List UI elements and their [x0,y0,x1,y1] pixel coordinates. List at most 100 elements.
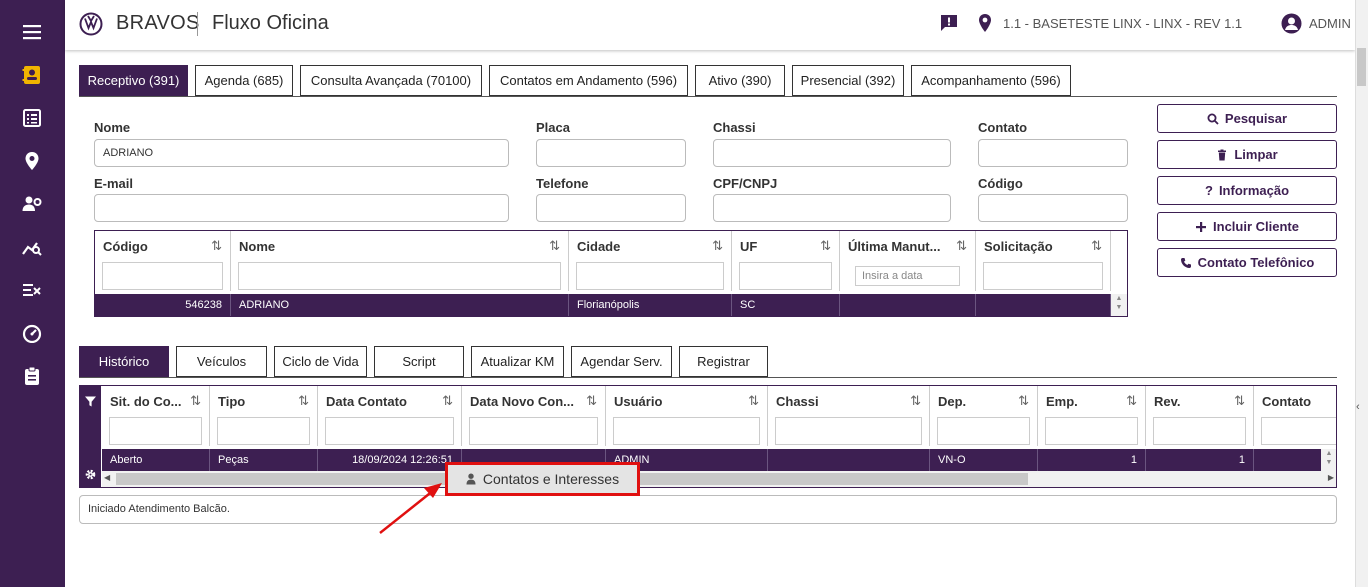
notes-textarea[interactable]: Iniciado Atendimento Balcão. [79,495,1337,524]
filter-novo-input[interactable] [469,417,598,445]
col-chassi[interactable]: Chassi ⇅ [768,386,930,416]
history-vertical-scrollbar[interactable]: ▲ ▼ [1321,449,1336,471]
contatos-interesses-tooltip[interactable]: Contatos e Interesses [445,462,640,496]
sort-icon[interactable]: ⇅ [298,393,309,409]
page-scrollbar-thumb[interactable] [1357,48,1366,86]
tab-atualizar-km[interactable]: Atualizar KM [471,346,564,377]
col-ultima-manutencao[interactable]: Última Manut... ⇅ [840,231,976,261]
col-usuario[interactable]: Usuário ⇅ [606,386,768,416]
location-text[interactable]: 1.1 - BASETESTE LINX - LINX - REV 1.1 [1003,16,1242,31]
sort-icon[interactable]: ⇅ [1126,393,1137,409]
sort-icon[interactable]: ⇅ [910,393,921,409]
col-data-contato[interactable]: Data Contato ⇅ [318,386,462,416]
codigo-input[interactable] [978,194,1128,222]
page-scrollbar[interactable] [1355,0,1368,587]
tab-agenda[interactable]: Agenda (685) [195,65,293,96]
col-solicitacao[interactable]: Solicitação ⇅ [976,231,1111,261]
filter-solicitacao-input[interactable] [983,262,1103,290]
filter-nome-input[interactable] [238,262,561,290]
tab-acompanhamento[interactable]: Acompanhamento (596) [911,65,1071,96]
tab-script[interactable]: Script [374,346,464,377]
nome-input[interactable]: ADRIANO [94,139,509,167]
location-pin-icon[interactable] [20,149,44,173]
tab-ativo[interactable]: Ativo (390) [695,65,785,96]
filter-emp-input[interactable] [1045,417,1138,445]
contato-telefonico-button[interactable]: Contato Telefônico [1157,248,1337,277]
filter-cidade-input[interactable] [576,262,724,290]
pesquisar-button[interactable]: Pesquisar [1157,104,1337,133]
tab-registrar[interactable]: Registrar [679,346,768,377]
tab-presencial[interactable]: Presencial (392) [792,65,904,96]
chat-alert-icon[interactable] [939,13,959,33]
incluir-cliente-button[interactable]: Incluir Cliente [1157,212,1337,241]
tab-consulta-avancada[interactable]: Consulta Avançada (70100) [300,65,482,96]
filter-uf-input[interactable] [739,262,832,290]
history-horizontal-scrollbar[interactable]: ◀ ▶ [102,471,1336,487]
tab-contatos-andamento[interactable]: Contatos em Andamento (596) [489,65,688,96]
col-nome[interactable]: Nome ⇅ [231,231,569,261]
placa-input[interactable] [536,139,686,167]
col-emp-label: Emp. [1046,393,1078,409]
sort-icon[interactable]: ⇅ [1018,393,1029,409]
checklist-icon[interactable] [20,278,44,302]
chassi-input[interactable] [713,139,951,167]
filter-contato-input[interactable] [1261,417,1336,445]
sort-icon[interactable]: ⇅ [956,238,967,254]
gear-icon[interactable] [84,468,97,481]
filter-codigo-input[interactable] [102,262,223,290]
sort-icon[interactable]: ⇅ [748,393,759,409]
sort-icon[interactable]: ⇅ [211,238,222,254]
sort-icon[interactable]: ⇅ [190,393,201,409]
speedometer-icon[interactable] [20,321,44,345]
col-tipo[interactable]: Tipo ⇅ [210,386,318,416]
cpf-cnpj-input[interactable] [713,194,951,222]
sort-icon[interactable]: ⇅ [586,393,597,409]
tab-ciclo-de-vida[interactable]: Ciclo de Vida [274,346,367,377]
sort-icon[interactable]: ⇅ [1091,238,1102,254]
sort-icon[interactable]: ⇅ [712,238,723,254]
col-emp[interactable]: Emp. ⇅ [1038,386,1146,416]
filter-chassi-input[interactable] [775,417,922,445]
user-avatar-icon[interactable] [1281,13,1302,34]
tab-receptivo[interactable]: Receptivo (391) [79,65,188,96]
sort-icon[interactable]: ⇅ [1234,393,1245,409]
sort-icon[interactable]: ⇅ [442,393,453,409]
limpar-button[interactable]: Limpar [1157,140,1337,169]
collapse-panel-arrow-icon[interactable]: ‹ [1356,401,1360,413]
col-cidade[interactable]: Cidade ⇅ [569,231,732,261]
list-icon[interactable] [20,106,44,130]
filter-sit-input[interactable] [109,417,202,445]
filter-rev-input[interactable] [1153,417,1246,445]
analytics-icon[interactable] [20,235,44,259]
grid-vertical-scrollbar[interactable]: ▲ ▼ [1111,294,1127,316]
user-gear-icon[interactable] [20,192,44,216]
tab-veiculos[interactable]: Veículos [176,346,267,377]
contact-card-icon[interactable] [20,63,44,87]
clipboard-icon[interactable] [20,364,44,388]
contato-input[interactable] [978,139,1128,167]
col-rev[interactable]: Rev. ⇅ [1146,386,1254,416]
sort-icon[interactable]: ⇅ [549,238,560,254]
filter-icon[interactable] [84,395,97,408]
filter-dep-input[interactable] [937,417,1030,445]
filter-tipo-input[interactable] [217,417,310,445]
telefone-input[interactable] [536,194,686,222]
col-dep[interactable]: Dep. ⇅ [930,386,1038,416]
col-uf[interactable]: UF ⇅ [732,231,840,261]
col-sit-contato[interactable]: Sit. do Co... ⇅ [102,386,210,416]
email-input[interactable] [94,194,509,222]
filter-usuario-input[interactable] [613,417,760,445]
informacao-button[interactable]: ? Informação [1157,176,1337,205]
tab-agendar-serv[interactable]: Agendar Serv. [571,346,672,377]
table-row[interactable]: 546238 ADRIANO Florianópolis SC [95,294,1111,316]
tab-historico[interactable]: Histórico [79,346,169,377]
table-row[interactable]: Aberto Peças 18/09/2024 12:26:51 ADMIN V… [102,449,1321,471]
col-codigo[interactable]: Código ⇅ [95,231,231,261]
sort-icon[interactable]: ⇅ [820,238,831,254]
filter-date-input[interactable]: Insira a data [855,266,960,286]
menu-icon[interactable] [20,20,44,44]
user-name[interactable]: ADMIN [1309,16,1351,31]
col-data-novo-contato[interactable]: Data Novo Con... ⇅ [462,386,606,416]
filter-data-input[interactable] [325,417,454,445]
col-contato[interactable]: Contato [1254,386,1336,416]
